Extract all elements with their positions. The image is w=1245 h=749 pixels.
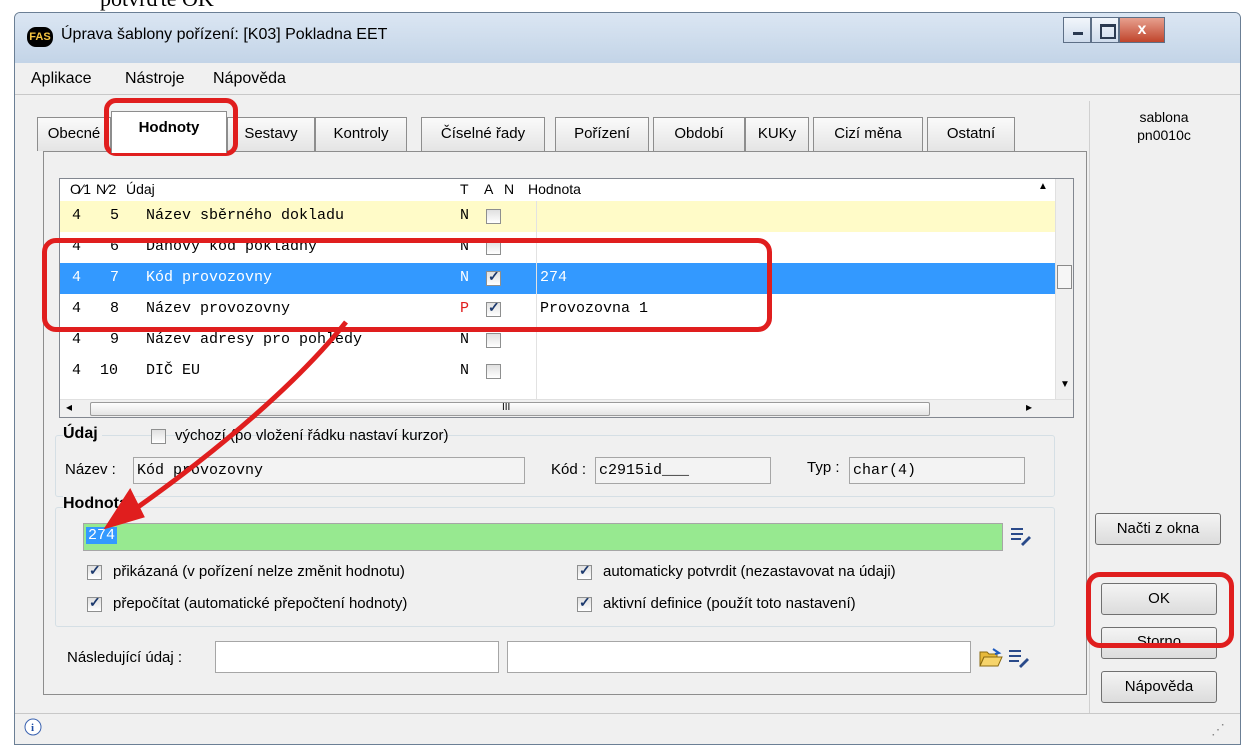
- tab-hodnoty[interactable]: Hodnoty: [111, 111, 227, 153]
